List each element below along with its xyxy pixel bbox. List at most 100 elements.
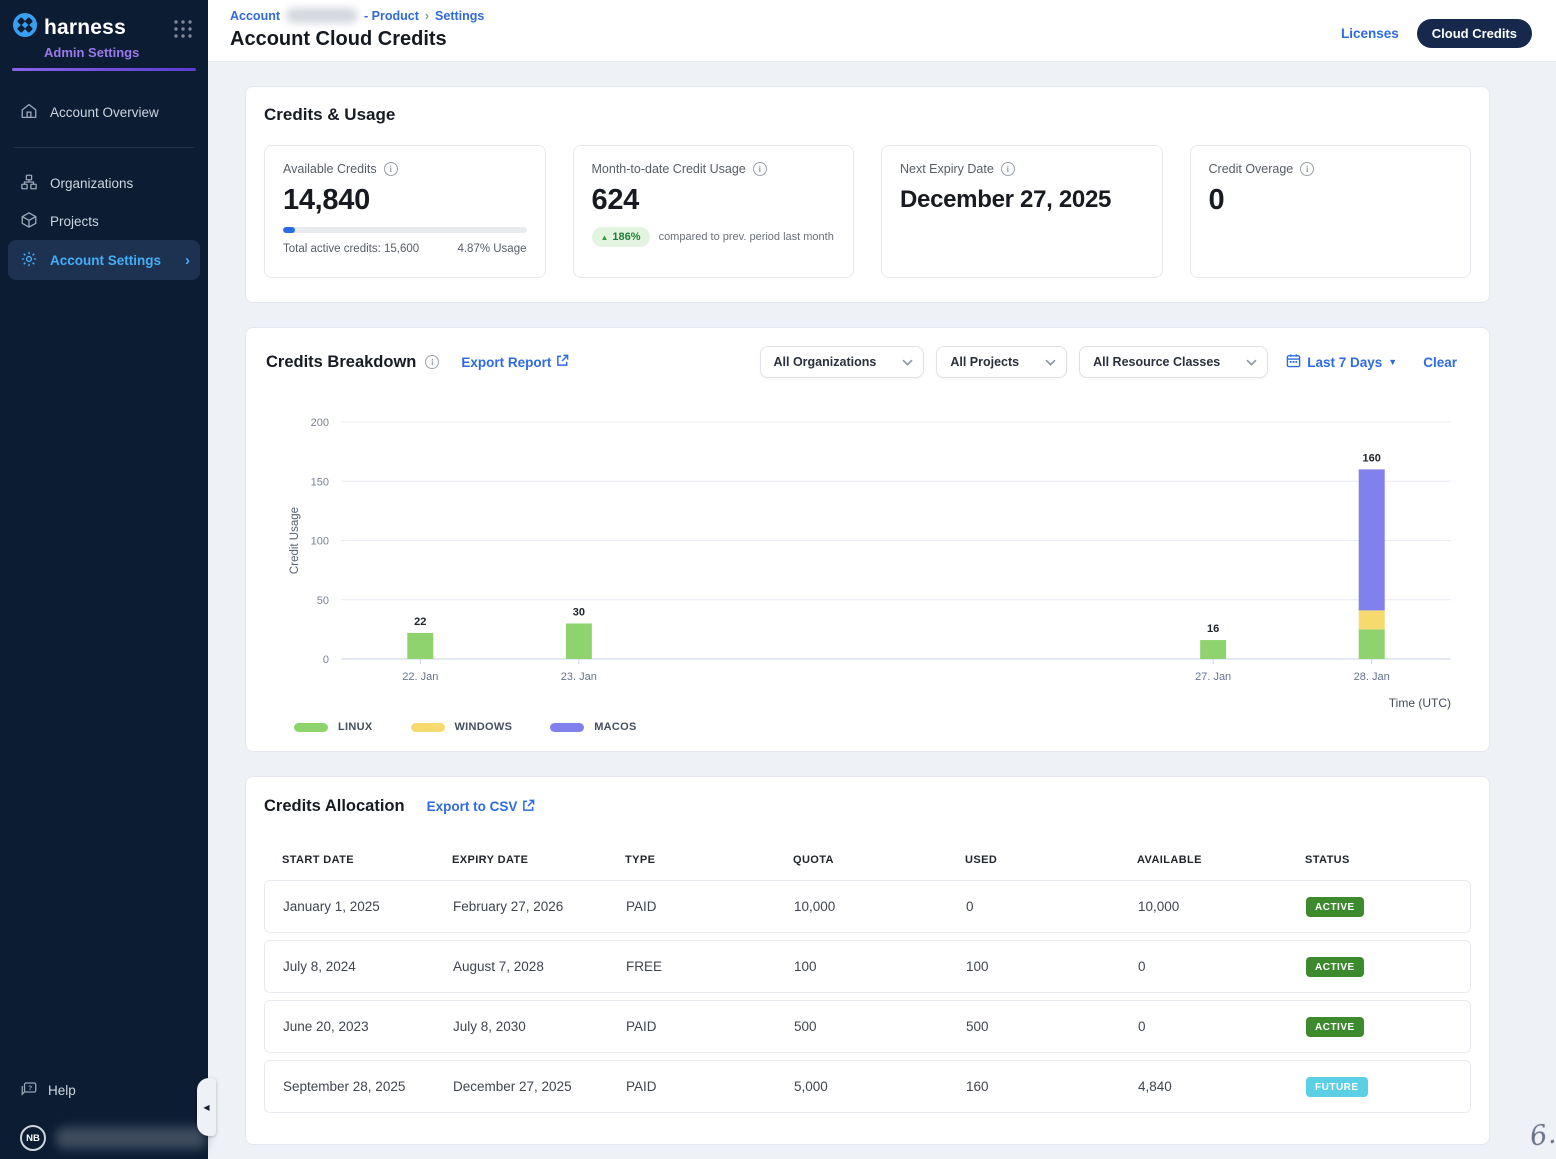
credits-allocation-section: Credits Allocation Export to CSV START D… bbox=[245, 776, 1490, 1145]
mtd-usage-label: Month-to-date Credit Usage bbox=[592, 162, 746, 176]
column-header: START DATE bbox=[264, 854, 434, 866]
credits-allocation-title: Credits Allocation bbox=[264, 797, 405, 816]
cell-type: PAID bbox=[608, 1079, 776, 1094]
purple-divider bbox=[12, 68, 196, 71]
cell-expiry: December 27, 2025 bbox=[435, 1079, 608, 1094]
cell-expiry: February 27, 2026 bbox=[435, 899, 608, 914]
total-active-credits-label: Total active credits: 15,600 bbox=[283, 243, 419, 255]
credits-breakdown-section: Credits Breakdown i Export Report All Or… bbox=[245, 327, 1490, 752]
legend-label: LINUX bbox=[338, 721, 373, 733]
sidebar-item-label: Organizations bbox=[50, 176, 133, 191]
cell-available: 0 bbox=[1120, 1019, 1288, 1034]
next-expiry-label: Next Expiry Date bbox=[900, 162, 994, 176]
table-row: June 20, 2023July 8, 2030PAID5005000ACTI… bbox=[264, 1000, 1471, 1053]
projects-filter-select[interactable]: All Projects bbox=[936, 346, 1067, 378]
cloud-credits-button[interactable]: Cloud Credits bbox=[1417, 19, 1532, 48]
column-header: STATUS bbox=[1287, 854, 1471, 866]
page-title: Account Cloud Credits bbox=[230, 28, 484, 51]
breadcrumb-account-link[interactable]: Account bbox=[230, 9, 280, 23]
credits-progress-bar bbox=[283, 227, 527, 233]
next-expiry-value: December 27, 2025 bbox=[900, 184, 1144, 215]
legend-swatch bbox=[550, 723, 584, 732]
legend-item-macos[interactable]: MACOS bbox=[550, 721, 636, 733]
sidebar-item-organizations[interactable]: Organizations bbox=[0, 164, 208, 202]
sidebar-item-label: Account Overview bbox=[50, 105, 159, 120]
next-expiry-card: Next Expiry Date i December 27, 2025 bbox=[881, 145, 1163, 278]
module-grid-icon[interactable] bbox=[172, 18, 194, 45]
sidebar-item-account-overview[interactable]: Account Overview bbox=[0, 93, 208, 131]
export-report-link[interactable]: Export Report bbox=[461, 354, 569, 370]
table-row: September 28, 2025December 27, 2025PAID5… bbox=[264, 1060, 1471, 1113]
avatar[interactable]: NB bbox=[20, 1125, 46, 1151]
available-credits-card: Available Credits i 14,840 Total active … bbox=[264, 145, 546, 278]
credit-overage-card: Credit Overage i 0 bbox=[1190, 145, 1472, 278]
cell-quota: 100 bbox=[776, 959, 948, 974]
user-profile[interactable]: NB bbox=[20, 1125, 208, 1151]
external-link-icon bbox=[522, 799, 535, 815]
sidebar-item-label: Account Settings bbox=[50, 253, 161, 268]
available-credits-value: 14,840 bbox=[283, 184, 527, 217]
organizations-filter-select[interactable]: All Organizations bbox=[760, 346, 925, 378]
legend-swatch bbox=[411, 723, 445, 732]
info-icon[interactable]: i bbox=[1001, 162, 1015, 176]
column-header: EXPIRY DATE bbox=[434, 854, 607, 866]
breadcrumb: Account - Product › Settings bbox=[230, 8, 484, 23]
svg-text:16: 16 bbox=[1207, 623, 1219, 635]
cell-type: FREE bbox=[608, 959, 776, 974]
handwritten-annotation: 6. bbox=[1528, 1118, 1556, 1152]
info-icon[interactable]: i bbox=[753, 162, 767, 176]
status-badge: FUTURE bbox=[1306, 1077, 1368, 1097]
info-icon[interactable]: i bbox=[1300, 162, 1314, 176]
licenses-link[interactable]: Licenses bbox=[1341, 26, 1399, 41]
available-credits-label: Available Credits bbox=[283, 162, 377, 176]
cell-used: 500 bbox=[948, 1019, 1120, 1034]
date-range-label: Last 7 Days bbox=[1307, 355, 1382, 370]
help-icon: ? bbox=[20, 1080, 38, 1101]
svg-text:30: 30 bbox=[573, 606, 585, 618]
export-csv-link[interactable]: Export to CSV bbox=[427, 799, 536, 815]
cell-start: June 20, 2023 bbox=[265, 1019, 435, 1034]
sidebar-item-projects[interactable]: Projects bbox=[0, 202, 208, 240]
chevron-down-icon bbox=[1045, 355, 1056, 369]
resource-classes-filter-select[interactable]: All Resource Classes bbox=[1079, 346, 1268, 378]
allocation-table-header: START DATEEXPIRY DATETYPEQUOTAUSEDAVAILA… bbox=[264, 854, 1471, 880]
sidebar-collapse-handle[interactable]: ◀ bbox=[197, 1078, 216, 1136]
chart-legend: LINUX WINDOWS MACOS bbox=[294, 721, 1489, 733]
column-header: AVAILABLE bbox=[1119, 854, 1287, 866]
help-label: Help bbox=[48, 1083, 76, 1098]
svg-text:Time (UTC): Time (UTC) bbox=[1389, 696, 1451, 710]
breadcrumb-separator: › bbox=[425, 9, 429, 23]
legend-item-linux[interactable]: LINUX bbox=[294, 721, 373, 733]
allocation-table: START DATEEXPIRY DATETYPEQUOTAUSEDAVAILA… bbox=[264, 854, 1471, 1113]
chevron-right-icon: › bbox=[185, 252, 190, 269]
date-range-picker[interactable]: Last 7 Days ▼ bbox=[1286, 353, 1397, 371]
svg-text:27. Jan: 27. Jan bbox=[1195, 671, 1231, 683]
column-header: USED bbox=[947, 854, 1119, 866]
cell-start: July 8, 2024 bbox=[265, 959, 435, 974]
mtd-usage-card: Month-to-date Credit Usage i 624 ▲186% c… bbox=[573, 145, 855, 278]
breadcrumb-settings-link[interactable]: Settings bbox=[435, 9, 484, 23]
info-icon[interactable]: i bbox=[425, 355, 439, 369]
legend-label: MACOS bbox=[594, 721, 636, 733]
cell-used: 0 bbox=[948, 899, 1120, 914]
cell-expiry: August 7, 2028 bbox=[435, 959, 608, 974]
main-area: Account - Product › Settings Account Clo… bbox=[208, 0, 1556, 1159]
legend-item-windows[interactable]: WINDOWS bbox=[411, 721, 513, 733]
svg-text:22. Jan: 22. Jan bbox=[402, 671, 438, 683]
info-icon[interactable]: i bbox=[384, 162, 398, 176]
svg-text:150: 150 bbox=[311, 476, 329, 488]
status-badge: ACTIVE bbox=[1306, 1017, 1364, 1037]
breadcrumb-product-link[interactable]: - Product bbox=[364, 9, 419, 23]
help-button[interactable]: ? Help bbox=[20, 1080, 208, 1101]
clear-filters-link[interactable]: Clear bbox=[1423, 355, 1457, 370]
sidebar-item-account-settings[interactable]: Account Settings › bbox=[8, 240, 200, 280]
credits-usage-section: Credits & Usage Available Credits i 14,8… bbox=[245, 86, 1490, 303]
cell-used: 100 bbox=[948, 959, 1120, 974]
credit-overage-label: Credit Overage bbox=[1209, 162, 1294, 176]
credits-breakdown-title: Credits Breakdown bbox=[266, 353, 416, 372]
projects-icon bbox=[20, 211, 38, 232]
svg-text:50: 50 bbox=[317, 595, 329, 607]
svg-text:?: ? bbox=[28, 1085, 32, 1092]
sidebar-divider bbox=[14, 147, 194, 148]
cell-quota: 5,000 bbox=[776, 1079, 948, 1094]
